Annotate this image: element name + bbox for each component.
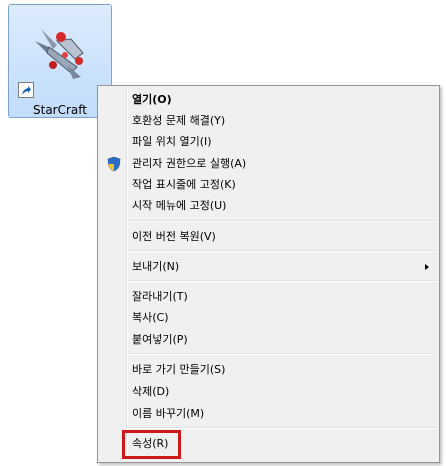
menu-separator [128, 220, 436, 222]
desktop-icon-label: StarCraft [33, 103, 87, 117]
shortcut-arrow-icon [18, 82, 34, 98]
menu-item-open[interactable]: 열기(O) [100, 90, 437, 110]
menu-item-label: 삭제(D) [132, 385, 170, 398]
menu-item-label: 이름 바꾸기(M) [132, 407, 205, 420]
menu-item-label: 열기(O) [132, 93, 172, 106]
properties-highlight-box [122, 430, 181, 459]
menu-item-label: 복사(C) [132, 311, 169, 324]
context-menu: 열기(O) 호환성 문제 해결(Y) 파일 위치 열기(I) 관리자 권한으로 … [97, 85, 440, 463]
menu-item-label: 시작 메뉴에 고정(U) [132, 199, 227, 212]
menu-item-label: 작업 표시줄에 고정(K) [132, 178, 236, 191]
menu-item-create-shortcut[interactable]: 바로 가기 만들기(S) [100, 360, 437, 380]
menu-separator [128, 427, 436, 429]
menu-separator [128, 353, 436, 355]
menu-item-open-file-location[interactable]: 파일 위치 열기(I) [100, 132, 437, 152]
menu-item-rename[interactable]: 이름 바꾸기(M) [100, 404, 437, 424]
submenu-arrow-icon [425, 264, 429, 270]
menu-item-send-to[interactable]: 보내기(N) [100, 257, 437, 277]
menu-item-label: 잘라내기(T) [132, 290, 188, 303]
menu-item-paste[interactable]: 붙여넣기(P) [100, 330, 437, 350]
menu-item-pin-start[interactable]: 시작 메뉴에 고정(U) [100, 196, 437, 216]
menu-item-label: 바로 가기 만들기(S) [132, 363, 226, 376]
menu-item-restore-previous[interactable]: 이전 버전 복원(V) [100, 227, 437, 247]
menu-item-cut[interactable]: 잘라내기(T) [100, 287, 437, 307]
menu-item-pin-taskbar[interactable]: 작업 표시줄에 고정(K) [100, 175, 437, 195]
menu-item-label: 파일 위치 열기(I) [132, 135, 212, 148]
menu-item-label: 이전 버전 복원(V) [132, 230, 216, 243]
menu-item-copy[interactable]: 복사(C) [100, 308, 437, 328]
menu-separator [128, 280, 436, 282]
menu-separator [128, 250, 436, 252]
starcraft-app-icon [35, 29, 84, 79]
menu-item-label: 관리자 권한으로 실행(A) [132, 157, 247, 170]
menu-item-label: 보내기(N) [132, 260, 180, 273]
menu-item-compat-troubleshoot[interactable]: 호환성 문제 해결(Y) [100, 111, 437, 131]
menu-item-run-as-admin[interactable]: 관리자 권한으로 실행(A) [100, 154, 437, 174]
uac-shield-icon [107, 156, 121, 172]
menu-item-label: 붙여넣기(P) [132, 333, 188, 346]
menu-item-delete[interactable]: 삭제(D) [100, 382, 437, 402]
menu-item-label: 호환성 문제 해결(Y) [132, 114, 226, 127]
